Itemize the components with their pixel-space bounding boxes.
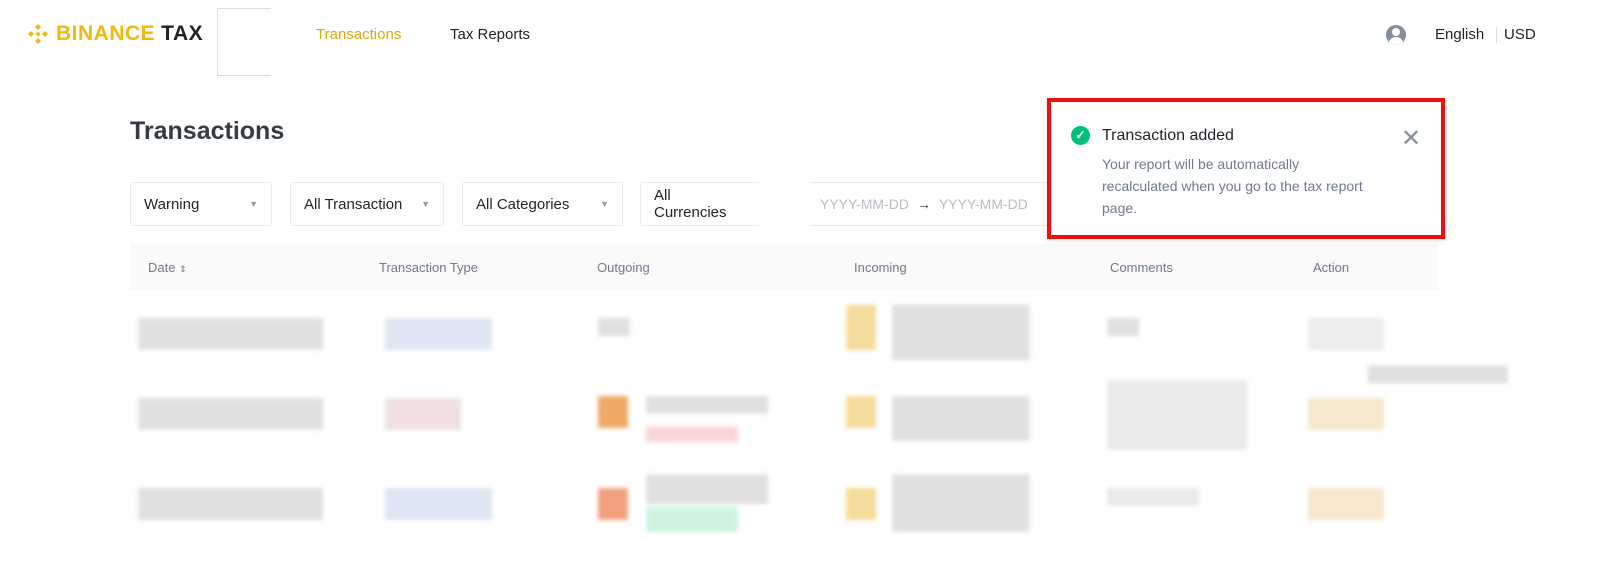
date-range-picker[interactable]: YYYY-MM-DD → YYYY-MM-DD bbox=[810, 182, 1050, 226]
nav-transactions[interactable]: Transactions bbox=[316, 26, 401, 43]
category-filter-value: All Categories bbox=[476, 195, 570, 213]
table-row bbox=[1308, 398, 1384, 430]
table-row bbox=[646, 396, 768, 414]
table-row bbox=[1308, 318, 1384, 350]
close-icon[interactable]: ✕ bbox=[1401, 124, 1421, 153]
category-filter[interactable]: All Categories ▼ bbox=[462, 182, 623, 226]
table-row bbox=[1107, 380, 1247, 450]
table-row bbox=[598, 396, 628, 428]
table-row bbox=[598, 488, 628, 520]
divider bbox=[1496, 27, 1497, 43]
blank-box bbox=[217, 8, 271, 76]
toast-message: Your report will be automatically recalc… bbox=[1102, 156, 1363, 216]
table-row bbox=[385, 488, 492, 520]
status-filter[interactable]: Warning ▼ bbox=[130, 182, 272, 226]
currency-filter-value: All Currencies bbox=[654, 187, 727, 221]
table-row bbox=[846, 488, 876, 520]
page-title: Transactions bbox=[130, 117, 285, 145]
table-row bbox=[1107, 318, 1139, 336]
type-filter[interactable]: All Transaction ▼ bbox=[290, 182, 444, 226]
column-comments: Comments bbox=[1110, 260, 1173, 275]
table-row bbox=[598, 318, 630, 336]
status-filter-value: Warning bbox=[144, 195, 200, 213]
table-row bbox=[385, 318, 492, 350]
logo-product: TAX bbox=[161, 22, 204, 45]
table-row bbox=[1107, 488, 1199, 506]
table-row bbox=[646, 426, 738, 442]
table-row bbox=[138, 318, 323, 350]
caret-down-icon: ▼ bbox=[421, 199, 430, 209]
logo-brand: BINANCE bbox=[56, 22, 156, 45]
column-action: Action bbox=[1313, 260, 1350, 275]
type-filter-value: All Transaction bbox=[304, 195, 403, 213]
table-row bbox=[138, 398, 323, 430]
user-icon[interactable] bbox=[1386, 25, 1406, 45]
nav-tax-reports[interactable]: Tax Reports bbox=[450, 26, 530, 43]
currency-filter[interactable]: All Currencies bbox=[640, 182, 760, 226]
table-row bbox=[846, 305, 876, 350]
table-header: Date ⇕ Transaction Type Outgoing Incomin… bbox=[130, 244, 1438, 290]
table-row bbox=[1368, 365, 1508, 383]
arrow-right-icon: → bbox=[916, 196, 931, 212]
table-row bbox=[646, 474, 768, 504]
currency-selector[interactable]: USD bbox=[1504, 26, 1536, 43]
table-row bbox=[892, 474, 1030, 532]
date-start[interactable]: YYYY-MM-DD bbox=[820, 196, 909, 212]
caret-down-icon: ▼ bbox=[600, 199, 609, 209]
column-outgoing: Outgoing bbox=[597, 260, 650, 275]
toast-title: Transaction added bbox=[1102, 127, 1234, 144]
table-row bbox=[385, 398, 461, 430]
check-circle-icon: ✓ bbox=[1071, 126, 1090, 145]
table-row bbox=[892, 305, 1030, 360]
logo[interactable]: BINANCE TAX bbox=[26, 22, 203, 46]
table-row bbox=[892, 396, 1030, 441]
table-row bbox=[646, 506, 738, 532]
top-bar: BINANCE TAX Transactions Tax Reports Eng… bbox=[0, 0, 1600, 76]
column-incoming: Incoming bbox=[854, 260, 907, 275]
table-row bbox=[1308, 488, 1384, 520]
table-row bbox=[138, 488, 323, 520]
column-date[interactable]: Date ⇕ bbox=[148, 260, 187, 275]
column-transaction-type: Transaction Type bbox=[379, 260, 478, 275]
date-end[interactable]: YYYY-MM-DD bbox=[939, 196, 1028, 212]
table-row bbox=[846, 396, 876, 428]
binance-logo-icon bbox=[28, 24, 48, 44]
sort-icon[interactable]: ⇕ bbox=[179, 264, 187, 274]
caret-down-icon: ▼ bbox=[249, 199, 258, 209]
language-selector[interactable]: English bbox=[1435, 26, 1484, 43]
success-toast: ✓ Transaction added Your report will be … bbox=[1047, 98, 1445, 239]
